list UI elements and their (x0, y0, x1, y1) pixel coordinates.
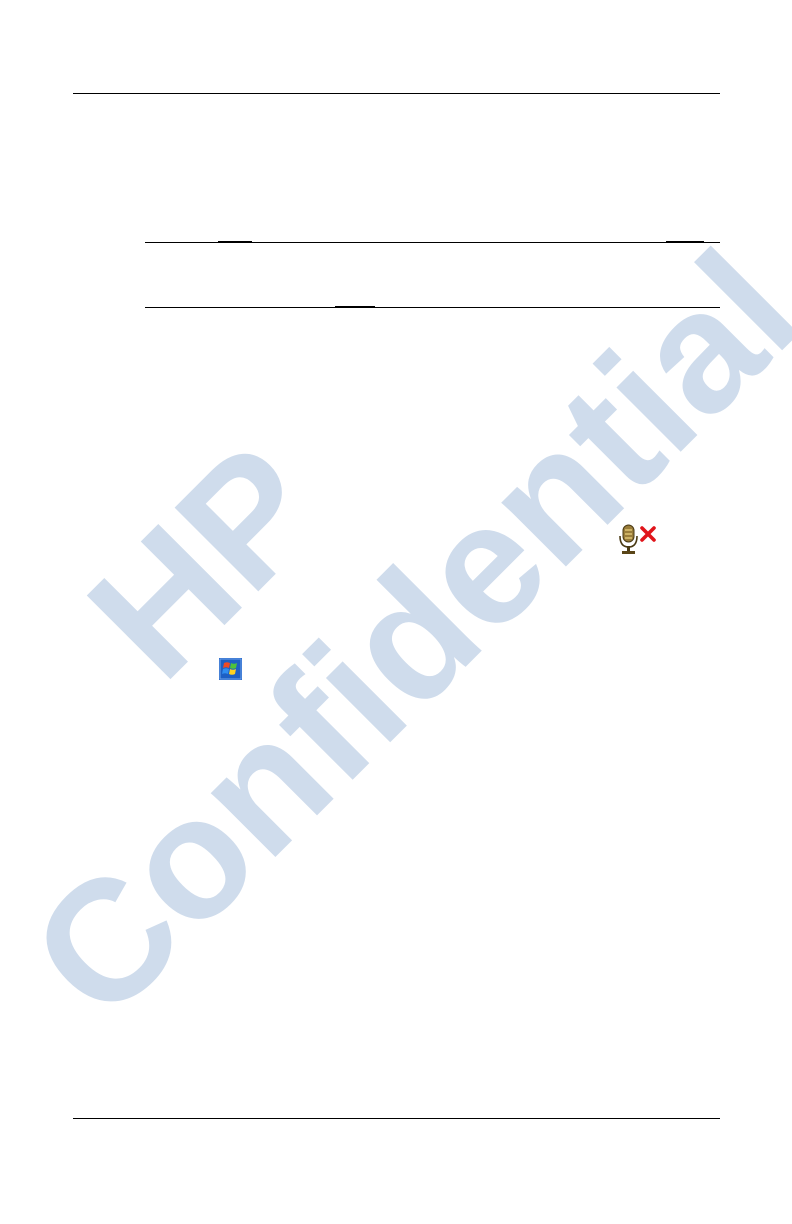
note-rule-bottom-accent (335, 306, 375, 308)
note-rule-top-accent (218, 241, 252, 243)
note-rule-bottom (145, 307, 720, 308)
microphone-disabled-icon (618, 524, 658, 556)
windows-start-icon (219, 658, 242, 680)
watermark-line-1: HP (53, 409, 358, 714)
confidential-watermark: HP Confidential (0, 215, 792, 1053)
watermark-line-2: Confidential (0, 215, 792, 1053)
note-rule-top-accent (666, 241, 704, 243)
header-rule (73, 93, 720, 94)
footer-rule (73, 1118, 720, 1119)
